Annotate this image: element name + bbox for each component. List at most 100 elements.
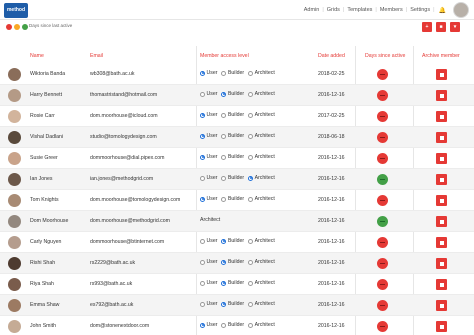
access-option-builder[interactable]: Builder [221,112,244,118]
radio-builder[interactable] [221,196,227,202]
radio-architect[interactable] [248,322,254,328]
access-option-architect[interactable]: Architect [248,280,275,286]
radio-builder[interactable] [221,238,227,244]
radio-user[interactable] [200,322,205,328]
radio-builder[interactable] [221,175,227,181]
radio-architect[interactable] [248,91,254,97]
user-avatar[interactable] [453,2,469,18]
archive-member-button[interactable] [436,258,447,269]
access-option-builder[interactable]: Builder [221,196,244,202]
radio-user[interactable] [200,280,205,286]
radio-builder[interactable] [221,154,227,160]
access-option-architect[interactable]: Architect [248,91,275,97]
access-option-architect[interactable]: Architect [248,175,275,181]
nav-members[interactable]: Members [377,7,406,13]
radio-builder[interactable] [221,112,227,118]
access-option-user[interactable]: User [200,238,217,244]
radio-architect[interactable] [248,154,254,160]
access-option-architect[interactable]: Architect [248,259,275,265]
radio-builder[interactable] [221,280,227,286]
access-option-architect[interactable]: Architect [248,70,275,76]
archive-member-button[interactable] [436,300,447,311]
archive-member-button[interactable] [436,237,447,248]
access-option-user[interactable]: User [200,259,217,265]
radio-architect[interactable] [248,196,254,202]
access-option-builder[interactable]: Builder [221,154,244,160]
archive-member-button[interactable] [436,69,447,80]
radio-architect[interactable] [248,112,254,118]
access-option-architect[interactable]: Architect [248,322,275,328]
radio-user[interactable] [200,91,205,97]
access-option-builder[interactable]: Builder [221,175,244,181]
status-dot-red[interactable] [6,24,12,30]
radio-builder[interactable] [221,301,227,307]
access-option-builder[interactable]: Builder [221,259,244,265]
archive-member-button[interactable] [436,132,447,143]
radio-builder[interactable] [221,322,227,328]
access-option-user[interactable]: User [200,301,217,307]
radio-builder[interactable] [221,70,227,76]
radio-user[interactable] [200,154,205,160]
radio-builder[interactable] [221,91,227,97]
access-option-architect[interactable]: Architect [248,154,275,160]
radio-builder[interactable] [221,133,227,139]
header-name[interactable]: Name [30,53,44,59]
access-option-user[interactable]: User [200,70,217,76]
header-days-active[interactable]: Days since active [365,53,405,59]
radio-user[interactable] [200,70,205,76]
access-option-builder[interactable]: Builder [221,133,244,139]
access-option-user[interactable]: User [200,154,217,160]
radio-architect[interactable] [248,301,254,307]
access-option-user[interactable]: User [200,280,217,286]
archive-member-button[interactable] [436,216,447,227]
nav-templates[interactable]: Templates [344,7,375,13]
access-option-builder[interactable]: Builder [221,238,244,244]
radio-architect[interactable] [248,280,254,286]
access-option-user[interactable]: User [200,133,217,139]
header-date-added[interactable]: Date added [318,53,345,59]
options-button[interactable]: ▾ [450,22,460,32]
archive-member-button[interactable] [436,90,447,101]
radio-architect[interactable] [248,133,254,139]
archive-member-button[interactable] [436,321,447,332]
archive-member-button[interactable] [436,195,447,206]
radio-architect[interactable] [248,175,254,181]
access-option-architect[interactable]: Architect [248,112,275,118]
access-option-user[interactable]: User [200,91,217,97]
bell-icon[interactable]: 🔔 [439,7,446,14]
radio-user[interactable] [200,259,205,265]
access-option-user[interactable]: User [200,175,217,181]
access-option-architect[interactable]: Architect [248,238,275,244]
add-member-button[interactable]: + [422,22,432,32]
radio-user[interactable] [200,112,205,118]
radio-architect[interactable] [248,259,254,265]
radio-user[interactable] [200,238,205,244]
access-option-architect[interactable]: Architect [248,301,275,307]
header-email[interactable]: Email [90,53,103,59]
header-access-level[interactable]: Member access level [200,53,249,59]
radio-user[interactable] [200,175,205,181]
access-option-user[interactable]: User [200,196,217,202]
radio-user[interactable] [200,301,205,307]
radio-builder[interactable] [221,259,227,265]
access-option-builder[interactable]: Builder [221,280,244,286]
nav-settings[interactable]: Settings [407,7,433,13]
nav-grids[interactable]: Grids [324,7,343,13]
access-option-builder[interactable]: Builder [221,301,244,307]
radio-user[interactable] [200,196,205,202]
access-option-user[interactable]: User [200,322,217,328]
radio-user[interactable] [200,133,205,139]
access-option-builder[interactable]: Builder [221,322,244,328]
header-archive[interactable]: Archive member [422,53,460,59]
radio-architect[interactable] [248,70,254,76]
archive-member-button[interactable] [436,279,447,290]
nav-admin[interactable]: Admin [301,7,323,13]
method-logo[interactable]: method [4,3,28,18]
archive-member-button[interactable] [436,153,447,164]
access-option-builder[interactable]: Builder [221,91,244,97]
status-dot-amber[interactable] [14,24,20,30]
archive-member-button[interactable] [436,111,447,122]
status-dot-green[interactable] [22,24,28,30]
archive-member-button[interactable] [436,174,447,185]
radio-architect[interactable] [248,238,254,244]
